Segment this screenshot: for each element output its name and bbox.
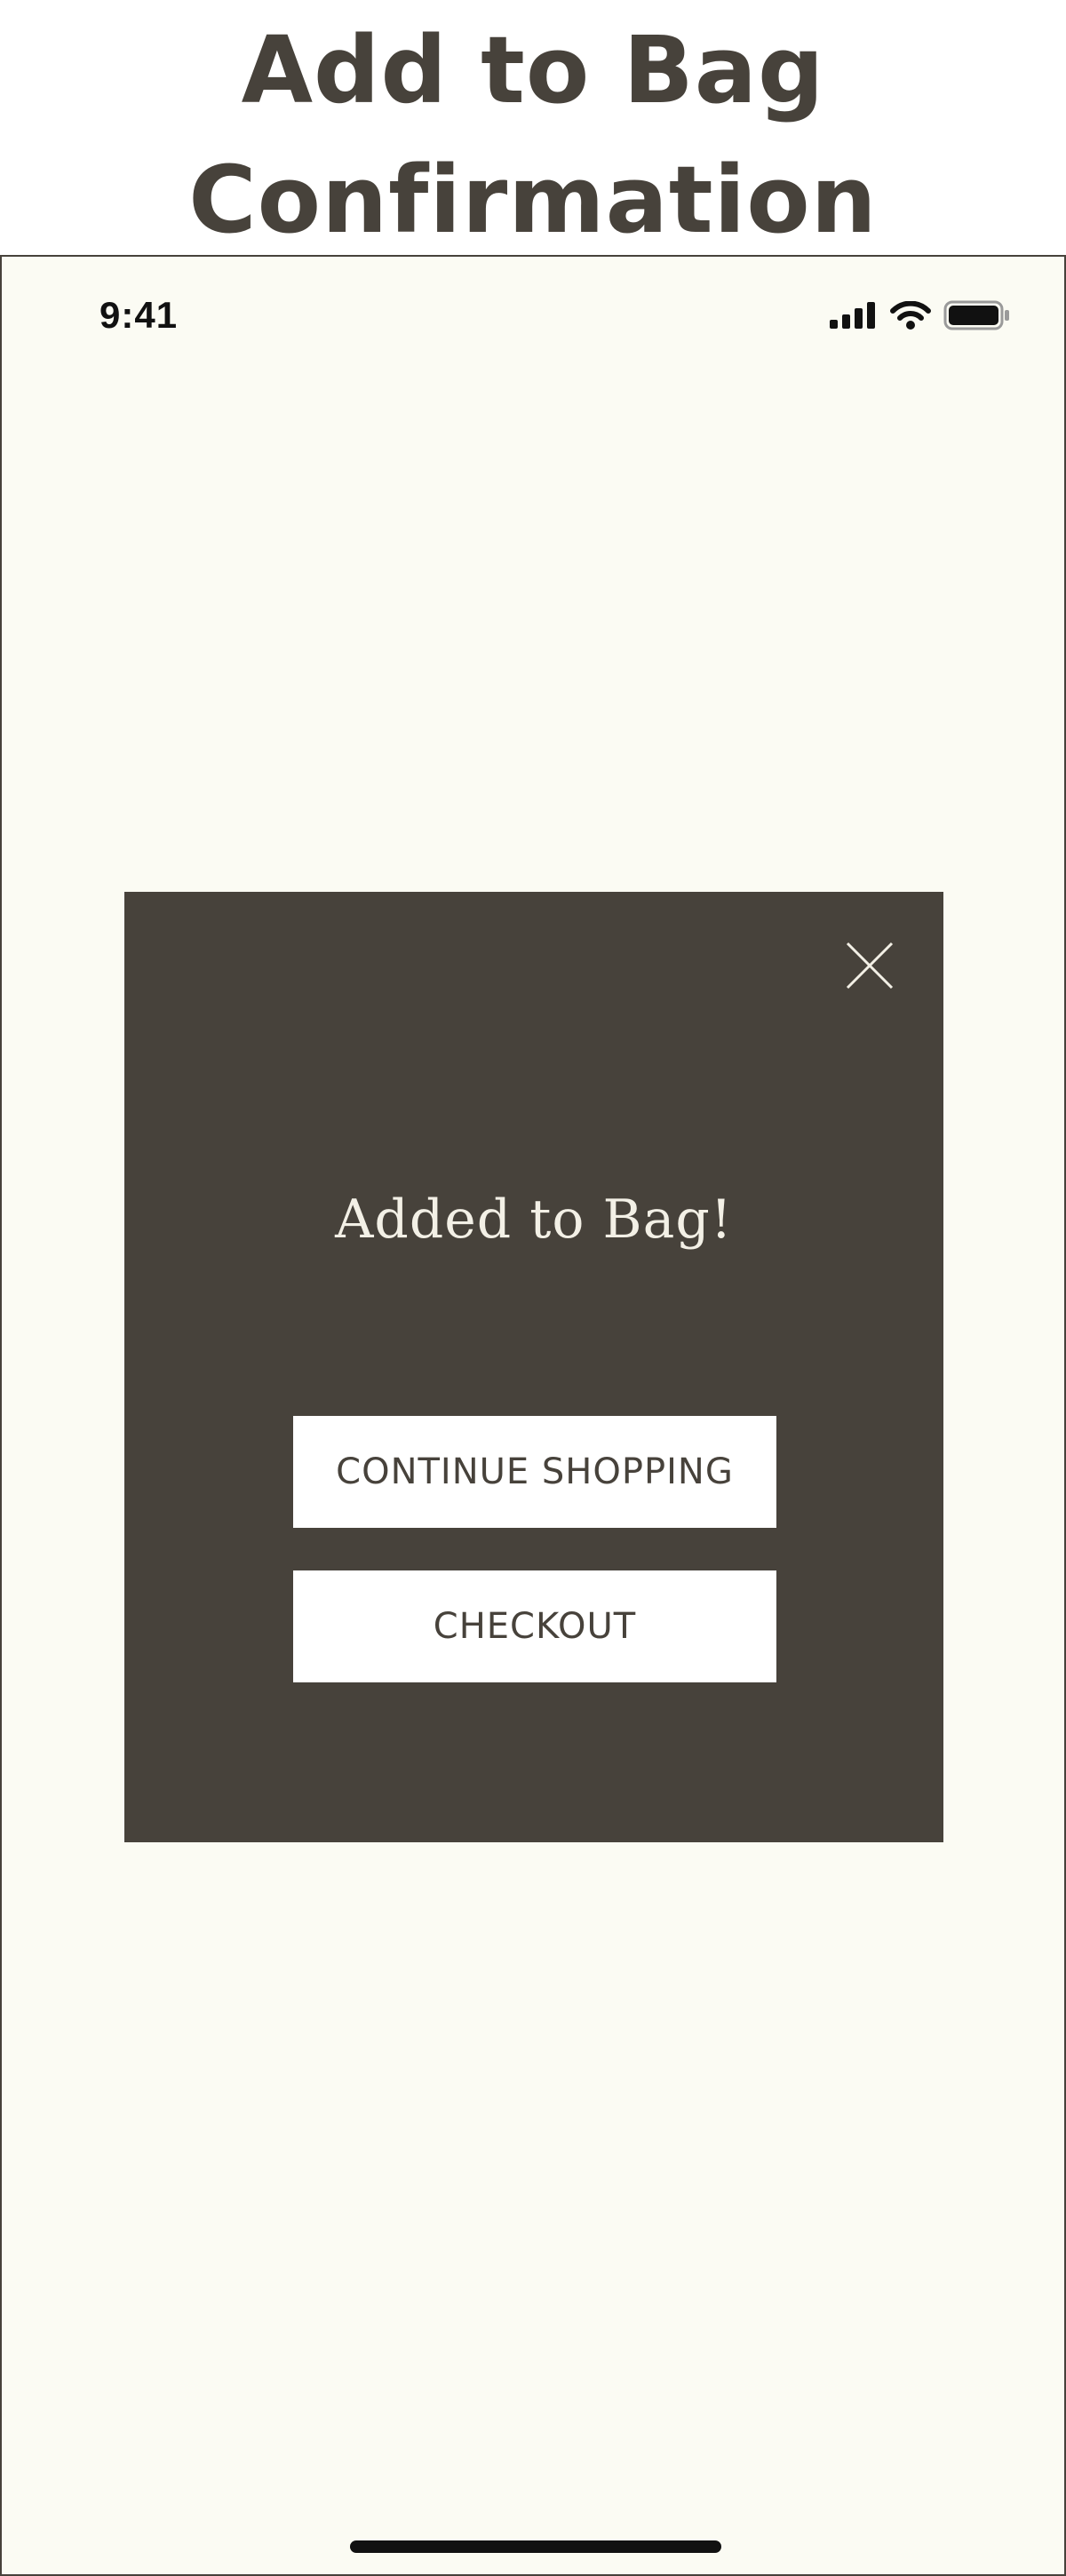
- close-button[interactable]: [840, 936, 899, 995]
- cellular-signal-icon: [830, 302, 878, 329]
- phone-screen: 9:41 Added to Bag! CONTINUE SHOPPING CHE…: [0, 255, 1066, 2576]
- status-time: 9:41: [99, 294, 179, 336]
- page-title-line-2: Confirmation: [188, 146, 878, 254]
- wifi-icon: [890, 301, 931, 330]
- add-to-bag-modal: Added to Bag! CONTINUE SHOPPING CHECKOUT: [124, 892, 943, 1842]
- checkout-button[interactable]: CHECKOUT: [293, 1570, 776, 1682]
- close-icon: [846, 942, 894, 990]
- modal-heading: Added to Bag!: [335, 1189, 733, 1251]
- page-title: Add to Bag Confirmation: [0, 5, 1066, 265]
- status-icons: [830, 298, 1011, 333]
- battery-icon: [943, 300, 1011, 330]
- home-indicator[interactable]: [350, 2540, 721, 2553]
- page-title-line-1: Add to Bag: [241, 16, 825, 124]
- page: Add to Bag Confirmation 9:41 Added to Ba…: [0, 0, 1066, 2576]
- continue-shopping-button[interactable]: CONTINUE SHOPPING: [293, 1416, 776, 1528]
- status-bar: 9:41: [2, 257, 1064, 363]
